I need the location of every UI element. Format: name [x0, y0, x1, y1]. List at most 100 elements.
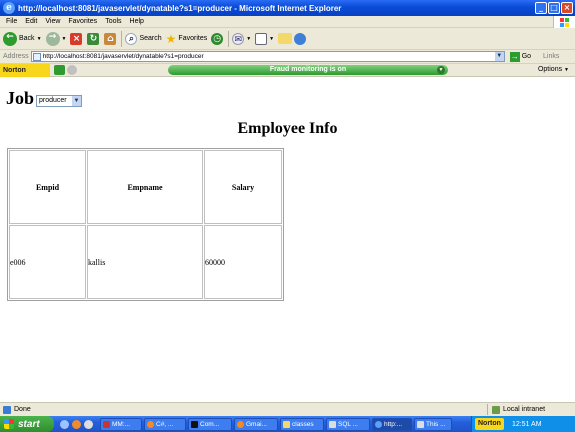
chevron-down-icon[interactable]: ▼: [62, 36, 67, 42]
menu-favorites[interactable]: Favorites: [68, 18, 97, 25]
header-salary: Salary: [204, 150, 282, 224]
search-icon: ⌕: [125, 32, 138, 45]
task-label: This ...: [426, 420, 446, 428]
firefox-quicklaunch-icon[interactable]: [72, 419, 81, 429]
page-title: Employee Info: [237, 120, 338, 137]
favorites-button[interactable]: ★ Favorites: [166, 32, 208, 46]
task-label: Gmai...: [246, 420, 267, 428]
go-button[interactable]: → Go: [509, 51, 532, 62]
job-label: Job: [6, 88, 35, 108]
chevron-down-icon[interactable]: ▼: [37, 36, 42, 42]
menu-bar: File Edit View Favorites Tools Help: [0, 16, 575, 28]
print-icon[interactable]: [255, 32, 268, 45]
start-button[interactable]: start: [0, 416, 54, 432]
ie-quicklaunch-icon[interactable]: [60, 419, 69, 429]
search-label: Search: [139, 35, 162, 42]
taskbar-item-csharp[interactable]: C#, ...: [144, 417, 186, 431]
go-label: Go: [521, 53, 532, 60]
header-empid: Empid: [9, 150, 86, 224]
quick-launch: [60, 419, 96, 429]
taskbar-item-sql[interactable]: SQL ...: [326, 417, 370, 431]
table-header-row: Empid Empname Salary: [9, 150, 282, 224]
menu-edit[interactable]: Edit: [25, 18, 37, 25]
document-icon: [329, 420, 336, 428]
zone-label: Local intranet: [503, 406, 546, 413]
desktop-quicklaunch-icon[interactable]: [84, 419, 93, 429]
messenger-icon[interactable]: [294, 32, 307, 45]
cell-salary: 60000: [204, 225, 282, 299]
taskbar-item-ie-active[interactable]: http:...: [372, 417, 412, 431]
taskbar-item-classes[interactable]: classes: [280, 417, 324, 431]
menu-help[interactable]: Help: [130, 18, 144, 25]
history-icon[interactable]: ◷: [211, 32, 224, 45]
stop-icon[interactable]: ×: [70, 32, 83, 45]
norton-logo[interactable]: Norton: [0, 63, 50, 77]
page-icon: [3, 405, 11, 414]
chevron-down-icon[interactable]: ▼: [246, 36, 251, 42]
document-icon: [417, 420, 424, 428]
folder-icon[interactable]: [278, 33, 293, 44]
page-icon: [32, 52, 41, 61]
task-label: MM:...: [112, 420, 131, 428]
norton-tray-icon[interactable]: Norton: [475, 418, 504, 430]
chevron-down-icon[interactable]: ▼: [269, 36, 274, 42]
fraud-monitoring-status[interactable]: Fraud monitoring is on ▼: [168, 65, 448, 75]
options-label: Options: [537, 66, 563, 73]
back-button[interactable]: ← Back ▼: [3, 31, 42, 46]
chevron-down-icon: ▼: [564, 67, 569, 73]
menu-tools[interactable]: Tools: [105, 18, 121, 25]
task-label: classes: [292, 420, 314, 428]
taskbar-item-mmc[interactable]: MM:...: [100, 417, 142, 431]
links-button[interactable]: Links: [543, 53, 559, 60]
status-text: Done: [14, 406, 31, 413]
back-arrow-icon: ←: [3, 31, 17, 46]
table-row: e006 kallis 60000: [9, 225, 282, 299]
menu-view[interactable]: View: [45, 18, 60, 25]
windows-logo-icon: [4, 419, 14, 429]
options-menu[interactable]: Options ▼: [538, 66, 569, 73]
task-label: C#, ...: [156, 420, 174, 428]
job-filter: Job producer ▼: [6, 88, 83, 109]
mail-icon[interactable]: ✉: [232, 32, 245, 45]
intranet-icon: [492, 405, 500, 414]
back-label: Back: [19, 35, 35, 42]
start-label: start: [18, 418, 40, 430]
address-input[interactable]: http://localhost:8081/javaservlet/dynata…: [30, 51, 505, 62]
address-url[interactable]: http://localhost:8081/javaservlet/dynata…: [43, 53, 204, 60]
taskbar-item-gmail[interactable]: Gmai...: [234, 417, 278, 431]
forward-button[interactable]: → ▼: [45, 31, 67, 46]
refresh-icon[interactable]: ↻: [87, 32, 100, 45]
taskbar-item-command[interactable]: Com...: [188, 417, 232, 431]
windows-logo-icon: [553, 16, 575, 28]
job-selected-value: producer: [39, 96, 67, 104]
menu-file[interactable]: File: [6, 18, 17, 25]
close-button[interactable]: ×: [561, 2, 573, 14]
search-button[interactable]: ⌕ Search: [125, 32, 162, 45]
chevron-down-icon[interactable]: ▼: [437, 66, 445, 74]
console-icon: [191, 420, 198, 428]
ie-icon: [375, 420, 382, 428]
cell-empname: kallis: [87, 225, 203, 299]
job-select[interactable]: producer ▼: [36, 94, 83, 107]
taskbar-item-this[interactable]: This ...: [414, 417, 452, 431]
status-bar: Done Local intranet: [0, 402, 575, 416]
toolbar: ← Back ▼ → ▼ × ↻ ⌂ ⌕ Search ★ Favorites …: [0, 28, 575, 50]
status-done: Done: [3, 405, 31, 414]
ie-logo-icon: e: [3, 2, 15, 14]
title-bar: e http://localhost:8081/javaservlet/dyna…: [0, 0, 575, 16]
maximize-button[interactable]: □: [548, 2, 560, 14]
address-bar: Address http://localhost:8081/javaservle…: [0, 50, 575, 64]
system-tray: Norton 12:51 AM: [471, 416, 575, 432]
toolbar-divider: [121, 30, 123, 47]
norton-shield-icon[interactable]: [54, 65, 65, 75]
employee-table: Empid Empname Salary e006 kallis 60000: [7, 148, 284, 301]
norton-toolbar: Norton Fraud monitoring is on ▼ Options …: [0, 63, 575, 77]
home-icon[interactable]: ⌂: [104, 32, 117, 45]
firefox-icon: [147, 420, 154, 428]
firefox-icon: [237, 420, 244, 428]
minimize-button[interactable]: _: [535, 2, 547, 14]
favorites-label: Favorites: [178, 35, 208, 42]
globe-icon[interactable]: [67, 65, 77, 75]
chevron-down-icon[interactable]: ▼: [494, 52, 504, 61]
chevron-down-icon[interactable]: ▼: [72, 95, 82, 106]
